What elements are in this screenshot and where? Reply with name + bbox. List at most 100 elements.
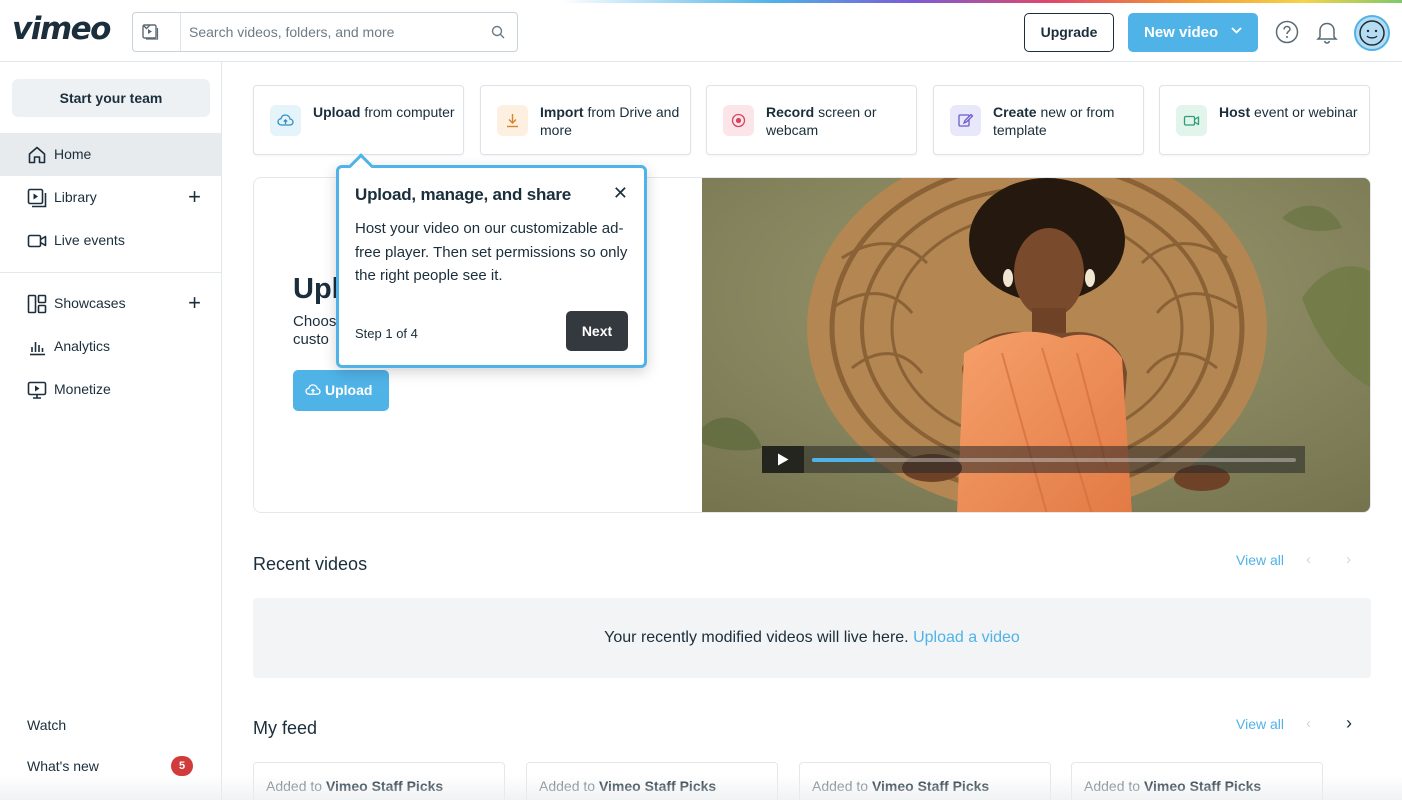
chevron-down-icon [1231, 27, 1242, 34]
feed-card-channel: Vimeo Staff Picks [1143, 778, 1262, 794]
play-icon [778, 453, 789, 466]
tooltip-arrow [348, 153, 374, 179]
video-player-controls [762, 446, 1305, 473]
import-download-icon [507, 114, 518, 128]
quick-action-text: Create new or from template [993, 103, 1138, 139]
quick-action-title: Host [1219, 104, 1251, 120]
cloud-upload-icon [277, 114, 294, 126]
start-your-team-button[interactable]: Start your team [12, 79, 210, 117]
help-icon[interactable] [1275, 20, 1299, 44]
onboarding-tooltip: Upload, manage, and share ✕ Host your vi… [336, 153, 647, 368]
quick-action-icon-bg [723, 105, 754, 136]
feed-card[interactable]: Added to Vimeo Staff Picks [799, 762, 1051, 800]
quick-action-title: Record [766, 104, 815, 120]
close-icon[interactable]: ✕ [613, 184, 628, 202]
new-video-button[interactable]: New video [1128, 13, 1258, 52]
sidebar-item-home[interactable]: Home [0, 133, 221, 176]
feed-card[interactable]: Added to Vimeo Staff Picks [526, 762, 778, 800]
quick-action-title: Create [993, 104, 1037, 120]
empty-state-text: Your recently modified videos will live … [253, 629, 1371, 647]
live-events-icon [27, 234, 47, 248]
sidebar-item-label: Live events [54, 232, 125, 248]
video-progress-fill [812, 458, 875, 462]
search-icon[interactable] [491, 25, 505, 39]
quick-action-text: Record screen or webcam [766, 103, 911, 139]
quick-action-host[interactable]: Host event or webinar [1159, 85, 1370, 155]
video-progress-bar[interactable] [812, 458, 1296, 462]
quick-action-icon-bg [497, 105, 528, 136]
quick-action-desc: from computer [360, 104, 455, 120]
sidebar-item-live-events[interactable]: Live events [0, 219, 221, 262]
tooltip-next-button[interactable]: Next [566, 311, 628, 351]
add-showcase-icon[interactable]: + [188, 292, 201, 314]
upload-a-video-link[interactable]: Upload a video [913, 629, 1020, 646]
quick-action-text: Host event or webinar [1219, 103, 1364, 121]
recent-videos-empty-state: Your recently modified videos will live … [253, 598, 1371, 678]
monetize-icon [27, 381, 47, 399]
feed-card-channel: Vimeo Staff Picks [598, 778, 717, 794]
quick-action-title: Upload [313, 104, 361, 120]
sidebar-item-label: Monetize [54, 381, 111, 397]
sidebar-item-whats-new[interactable]: What's new [27, 758, 99, 774]
hero-video-preview[interactable] [702, 178, 1370, 512]
quick-action-text: Import from Drive and more [540, 103, 685, 139]
recent-videos-title: Recent videos [253, 554, 368, 574]
sidebar-item-showcases[interactable]: Showcases + [0, 282, 221, 325]
user-avatar[interactable] [1354, 15, 1390, 51]
tooltip-title: Upload, manage, and share [355, 185, 572, 204]
quick-action-record[interactable]: Record screen or webcam [706, 85, 917, 155]
quick-action-icon-bg [1176, 105, 1207, 136]
cloud-upload-icon [305, 384, 321, 395]
sidebar-item-monetize[interactable]: Monetize [0, 368, 221, 411]
feed-view-all-link[interactable]: View all [1236, 716, 1284, 732]
recent-view-all-link[interactable]: View all [1236, 552, 1284, 568]
tooltip-body: Host your video on our customizable ad-f… [355, 220, 628, 284]
sidebar-item-library[interactable]: Library + [0, 176, 221, 219]
upgrade-button[interactable]: Upgrade [1024, 13, 1114, 52]
search-input[interactable] [189, 22, 479, 42]
hero-upload-label: Upload [325, 382, 373, 398]
chevron-right-icon[interactable]: › [1346, 551, 1351, 568]
create-edit-icon [958, 113, 974, 127]
chevron-right-icon[interactable]: › [1346, 713, 1352, 734]
camera-icon [1183, 115, 1200, 126]
quick-action-upload[interactable]: Upload from computer [253, 85, 464, 155]
play-button[interactable] [762, 446, 804, 473]
tooltip-step-indicator: Step 1 of 4 [355, 326, 418, 341]
sidebar-item-watch[interactable]: Watch [27, 717, 66, 733]
feed-card-channel: Vimeo Staff Picks [871, 778, 990, 794]
quick-action-text: Upload from computer [313, 103, 458, 121]
quick-action-create[interactable]: Create new or from template [933, 85, 1144, 155]
add-library-icon[interactable]: + [188, 186, 201, 208]
sidebar-item-analytics[interactable]: Analytics [0, 325, 221, 368]
vimeo-logo[interactable]: vimeo [12, 11, 111, 47]
feed-card[interactable]: Added to Vimeo Staff Picks [1071, 762, 1323, 800]
search-bar [132, 12, 518, 52]
home-icon [28, 146, 46, 164]
sidebar-divider [0, 272, 221, 273]
analytics-icon [30, 342, 45, 356]
quick-action-import[interactable]: Import from Drive and more [480, 85, 691, 155]
sidebar-item-label: Analytics [54, 338, 111, 354]
sidebar: Start your team Home Library + Live even… [0, 62, 222, 800]
sidebar-item-label: Home [54, 146, 92, 162]
feed-card-prefix: Added to [812, 778, 872, 794]
feed-card-prefix: Added to [1084, 778, 1144, 794]
quick-action-desc: event or webinar [1250, 104, 1358, 120]
hero-title: Upl [293, 273, 340, 305]
chevron-left-icon[interactable]: ‹ [1306, 551, 1311, 568]
notifications-bell-icon[interactable] [1316, 20, 1338, 44]
chevron-down-icon [142, 24, 151, 30]
feed-card-channel: Vimeo Staff Picks [325, 778, 444, 794]
library-icon [27, 188, 47, 208]
empty-state-message: Your recently modified videos will live … [604, 629, 909, 646]
feed-card-prefix: Added to [539, 778, 599, 794]
quick-action-title: Import [540, 104, 584, 120]
search-scope-selector[interactable] [133, 13, 181, 51]
record-icon [731, 113, 746, 128]
smiley-face-icon [1359, 20, 1385, 46]
feed-card[interactable]: Added to Vimeo Staff Picks [253, 762, 505, 800]
chevron-left-icon[interactable]: ‹ [1306, 715, 1311, 732]
showcases-icon [27, 294, 47, 314]
hero-upload-button[interactable]: Upload [293, 370, 389, 411]
